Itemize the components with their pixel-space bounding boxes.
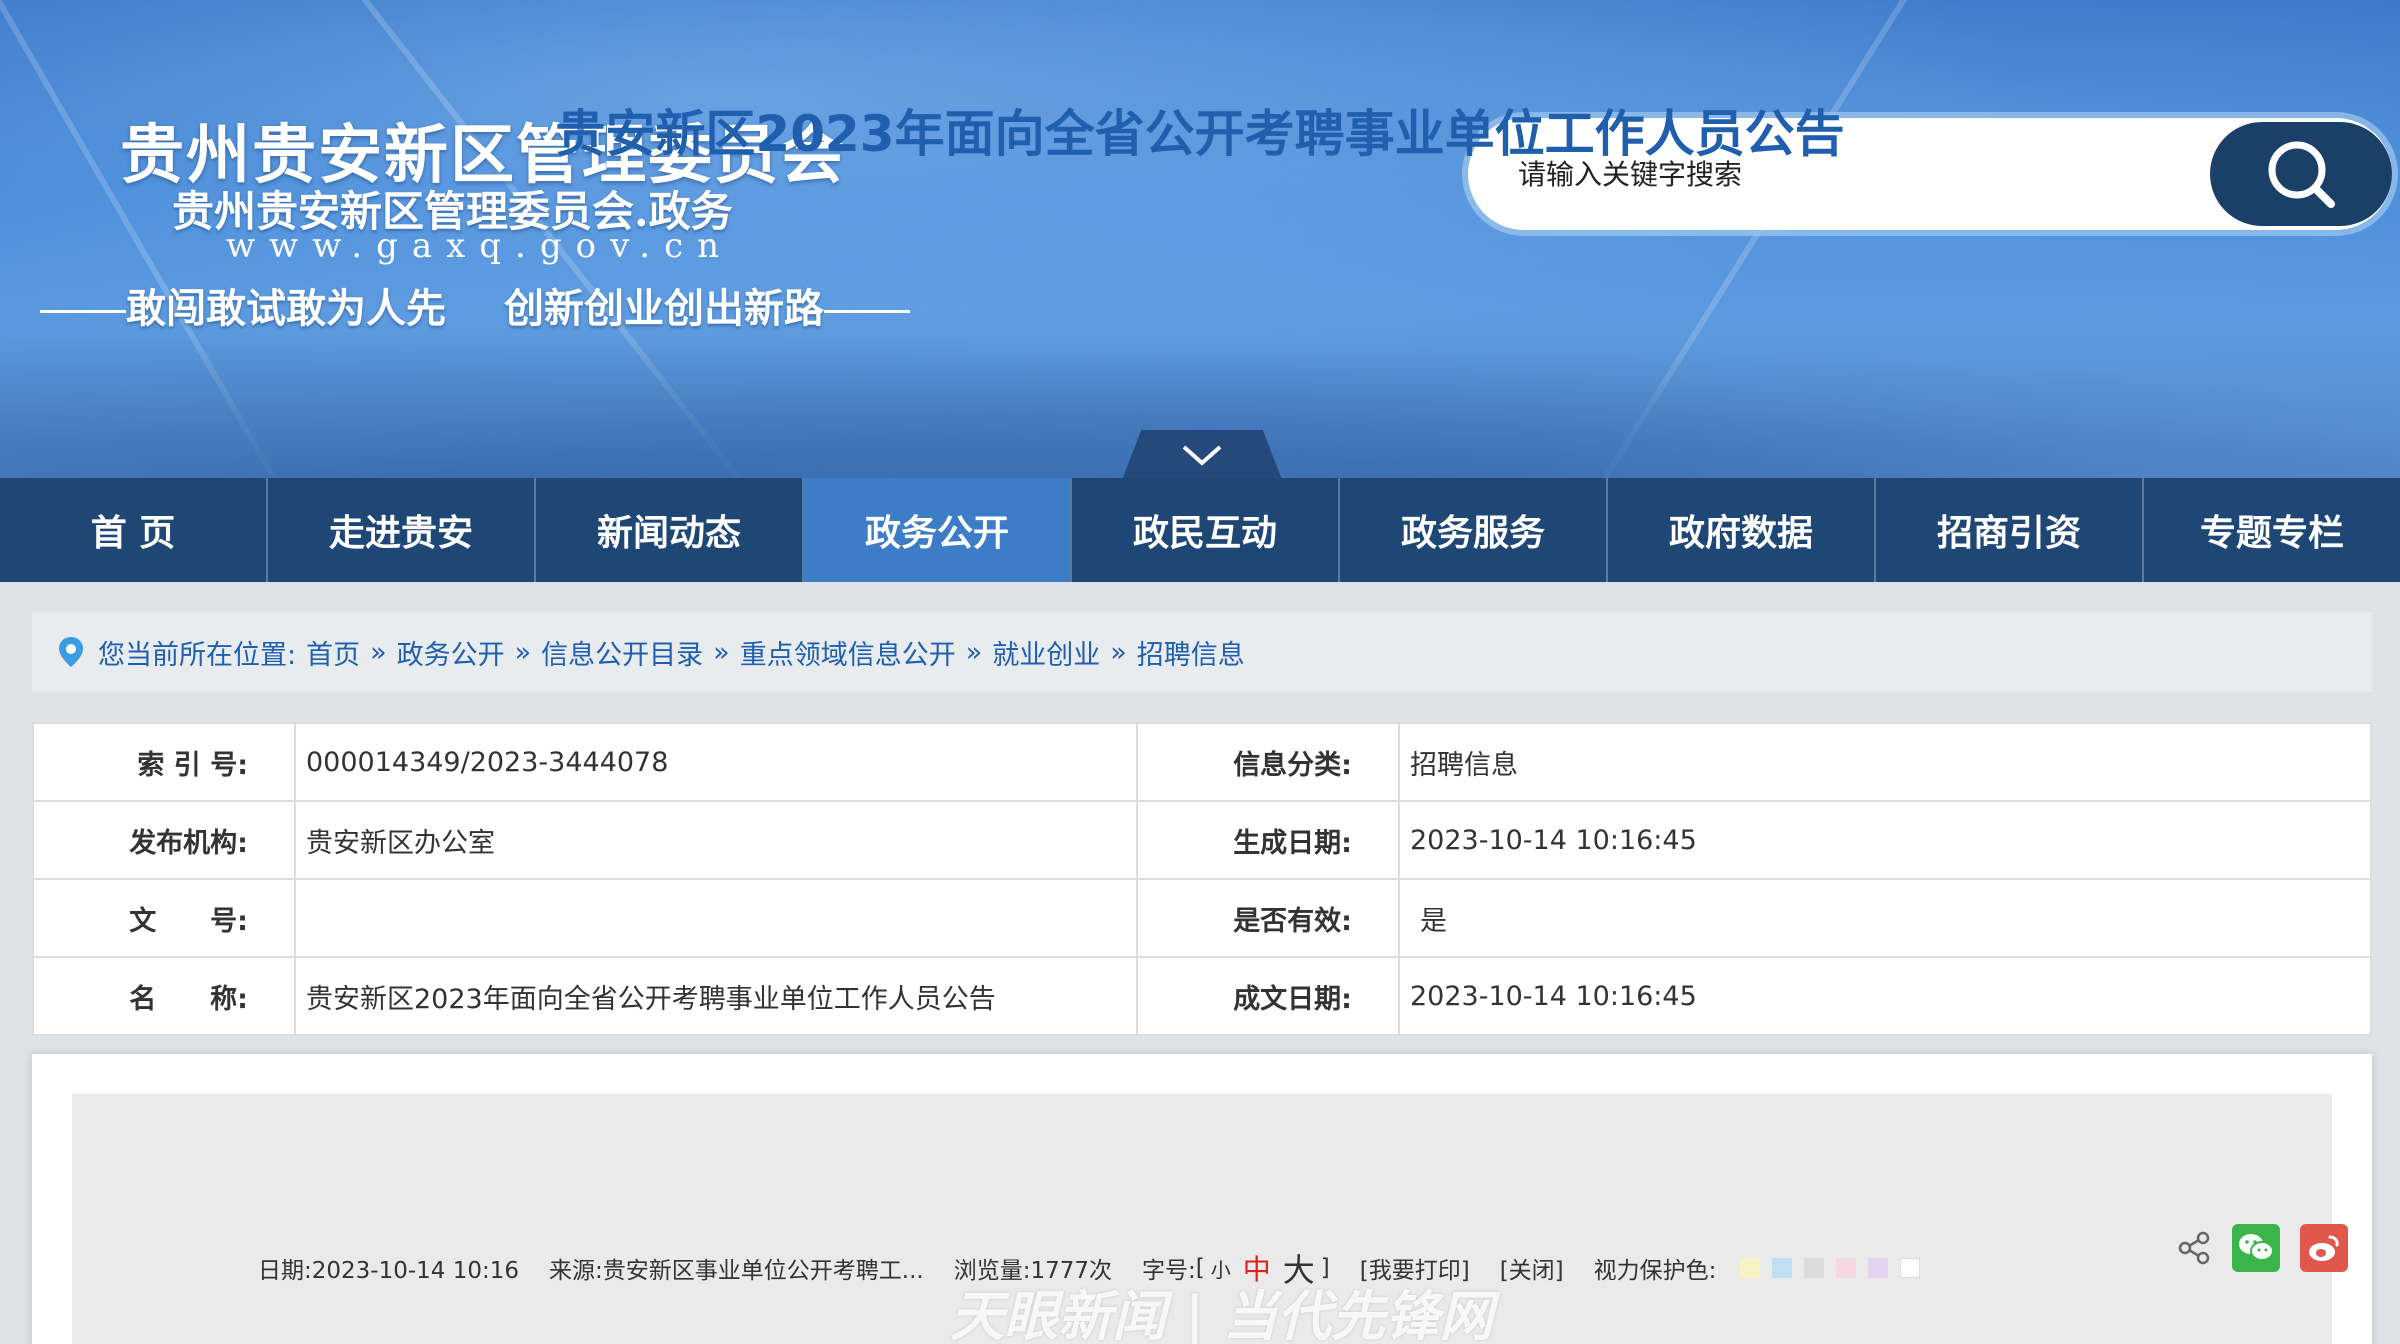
article-source: 来源:贵安新区事业单位公开考聘工...: [549, 1258, 924, 1284]
eye-color-swatch[interactable]: [1740, 1258, 1761, 1278]
breadcrumb-link-home[interactable]: 首页: [306, 633, 360, 672]
nav-item-gov-data[interactable]: 政府数据: [1608, 478, 1876, 582]
breadcrumb-separator: »: [965, 636, 983, 668]
slogan-dash: [824, 309, 910, 313]
eye-protection-label: 视力保护色:: [1593, 1258, 1717, 1284]
table-row: 名 称: 贵安新区2023年面向全省公开考聘事业单位工作人员公告 成文日期: 2…: [32, 956, 2372, 1036]
meta-label: 发布机构:: [32, 800, 296, 880]
slogan-right: 创新创业创出新路: [504, 286, 824, 332]
meta-label: 名 称:: [32, 956, 296, 1036]
share-icon[interactable]: [2176, 1230, 2212, 1266]
eye-color-swatch[interactable]: [1772, 1258, 1793, 1278]
nav-item-investment[interactable]: 招商引资: [1876, 478, 2144, 582]
eye-color-swatch[interactable]: [1804, 1258, 1825, 1278]
meta-value: 2023-10-14 10:16:45: [1398, 800, 2372, 880]
site-url: www.gaxq.gov.cn: [226, 226, 734, 266]
breadcrumb-separator: »: [514, 636, 532, 668]
meta-value: 是: [1398, 878, 2372, 958]
nav-item-home[interactable]: 首 页: [0, 478, 268, 582]
meta-label: 成文日期:: [1136, 956, 1400, 1036]
watermark-logo: 天眼新闻 | 当代先锋网: [950, 1284, 1494, 1344]
meta-label: 文 号:: [32, 878, 296, 958]
close-button[interactable]: [关闭]: [1500, 1251, 1564, 1285]
nav-toggle-button[interactable]: [1122, 430, 1282, 478]
share-bar: [2176, 1224, 2348, 1272]
breadcrumb-link-key-fields[interactable]: 重点领域信息公开: [740, 633, 956, 672]
eye-color-swatch[interactable]: [1900, 1258, 1921, 1278]
nav-item-gov-affairs[interactable]: 政务公开: [804, 478, 1072, 582]
document-meta-table: 索 引 号: 000014349/2023-3444078 信息分类: 招聘信息…: [32, 722, 2372, 1036]
nav-item-services[interactable]: 政务服务: [1340, 478, 1608, 582]
nav-item-interaction[interactable]: 政民互动: [1072, 478, 1340, 582]
table-row: 索 引 号: 000014349/2023-3444078 信息分类: 招聘信息: [32, 722, 2372, 802]
meta-value: 贵安新区2023年面向全省公开考聘事业单位工作人员公告: [294, 956, 1138, 1036]
nav-item-news[interactable]: 新闻动态: [536, 478, 804, 582]
table-row: 发布机构: 贵安新区办公室 生成日期: 2023-10-14 10:16:45: [32, 800, 2372, 880]
eye-color-swatch[interactable]: [1868, 1258, 1889, 1278]
slogan-dash: [40, 309, 126, 313]
breadcrumb-separator: »: [1110, 636, 1127, 668]
meta-value: 000014349/2023-3444078: [294, 722, 1138, 802]
meta-value: [294, 878, 1138, 958]
table-row: 文 号: 是否有效: 是: [32, 878, 2372, 958]
meta-label: 信息分类:: [1136, 722, 1400, 802]
nav-item-topics[interactable]: 专题专栏: [2144, 478, 2400, 582]
meta-value: 招聘信息: [1398, 722, 2372, 802]
breadcrumb-link-gov-affairs[interactable]: 政务公开: [397, 633, 505, 672]
meta-label: 索 引 号:: [32, 722, 296, 802]
breadcrumb-link-employment[interactable]: 就业创业: [992, 633, 1100, 672]
chevron-down-icon: [1182, 445, 1222, 466]
location-pin-icon: [58, 636, 84, 668]
breadcrumb-prefix: 您当前所在位置:: [98, 639, 297, 671]
breadcrumb-separator: »: [370, 636, 387, 668]
main-nav: 首 页 走进贵安 新闻动态 政务公开 政民互动 政务服务 政府数据 招商引资 专…: [0, 478, 2400, 582]
meta-label: 是否有效:: [1136, 878, 1400, 958]
meta-value: 贵安新区办公室: [294, 800, 1138, 880]
site-header: 贵州贵安新区管理委员会 贵州贵安新区管理委员会.政务 www.gaxq.gov.…: [0, 0, 2400, 478]
breadcrumb: 您当前所在位置: 首页 » 政务公开 » 信息公开目录 » 重点领域信息公开 »…: [32, 612, 2372, 692]
article-date: 日期:2023-10-14 10:16: [258, 1258, 520, 1284]
meta-label: 生成日期:: [1136, 800, 1400, 880]
eye-color-swatch[interactable]: [1836, 1258, 1857, 1278]
slogan-left: 敢闯敢试敢为人先: [126, 286, 446, 332]
wechat-icon[interactable]: [2232, 1224, 2280, 1272]
breadcrumb-link-catalog[interactable]: 信息公开目录: [541, 633, 703, 672]
weibo-icon[interactable]: [2300, 1224, 2348, 1272]
nav-item-about[interactable]: 走进贵安: [268, 478, 536, 582]
breadcrumb-link-recruitment[interactable]: 招聘信息: [1137, 633, 1245, 672]
breadcrumb-separator: »: [713, 636, 730, 668]
site-slogan: 敢闯敢试敢为人先 创新创业创出新路: [40, 276, 910, 334]
article-title: 贵安新区2023年面向全省公开考聘事业单位工作人员公告: [555, 105, 1845, 163]
meta-value: 2023-10-14 10:16:45: [1398, 956, 2372, 1036]
